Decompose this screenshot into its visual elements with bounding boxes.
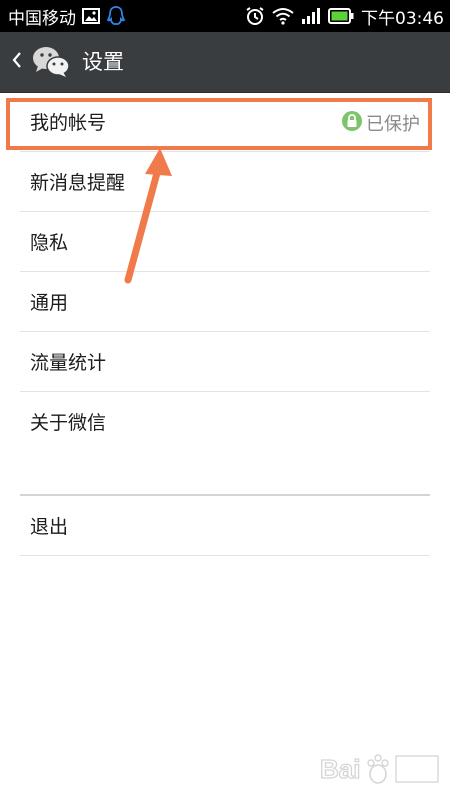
status-badge: 已保护 [342,110,420,136]
page-title: 设置 [82,50,124,74]
settings-item-label: 我的帐号 [30,112,107,134]
settings-item-privacy[interactable]: 隐私 [20,212,430,272]
back-chevron-icon [11,50,23,74]
status-bar-right: 下午03:46 [245,0,444,32]
settings-item-about[interactable]: 关于微信 [20,392,430,451]
settings-item-notifications[interactable]: 新消息提醒 [20,152,430,212]
svg-text:Bai: Bai [320,754,360,784]
app-header: 设置 [0,32,450,93]
lock-icon [342,110,362,136]
alarm-icon [245,6,265,26]
status-bar: 中国移动 下午03:46 [0,0,450,32]
wifi-icon [272,7,294,25]
logout-label: 退出 [30,516,69,538]
qq-icon [106,5,126,27]
signal-icon [301,7,321,25]
settings-item-general[interactable]: 通用 [20,272,430,332]
status-bar-left: 中国移动 [8,0,126,32]
logout-button[interactable]: 退出 [20,496,430,556]
settings-item-label: 关于微信 [30,412,107,434]
settings-item-label: 流量统计 [30,352,107,374]
back-button[interactable] [8,50,26,74]
baidu-watermark-icon: Bai [318,748,444,788]
settings-item-data-usage[interactable]: 流量统计 [20,332,430,392]
settings-item-label: 通用 [30,292,69,314]
section-divider [20,494,430,496]
settings-item-label: 隐私 [30,232,69,254]
status-time: 下午03:46 [361,8,444,29]
settings-item-label: 新消息提醒 [30,172,126,194]
battery-icon [328,8,354,24]
settings-item-account[interactable]: 我的帐号 已保护 [20,92,430,152]
status-badge-text: 已保护 [366,114,420,135]
wechat-logo-icon [31,44,71,80]
carrier-name: 中国移动 [8,8,76,29]
image-icon [82,8,100,24]
